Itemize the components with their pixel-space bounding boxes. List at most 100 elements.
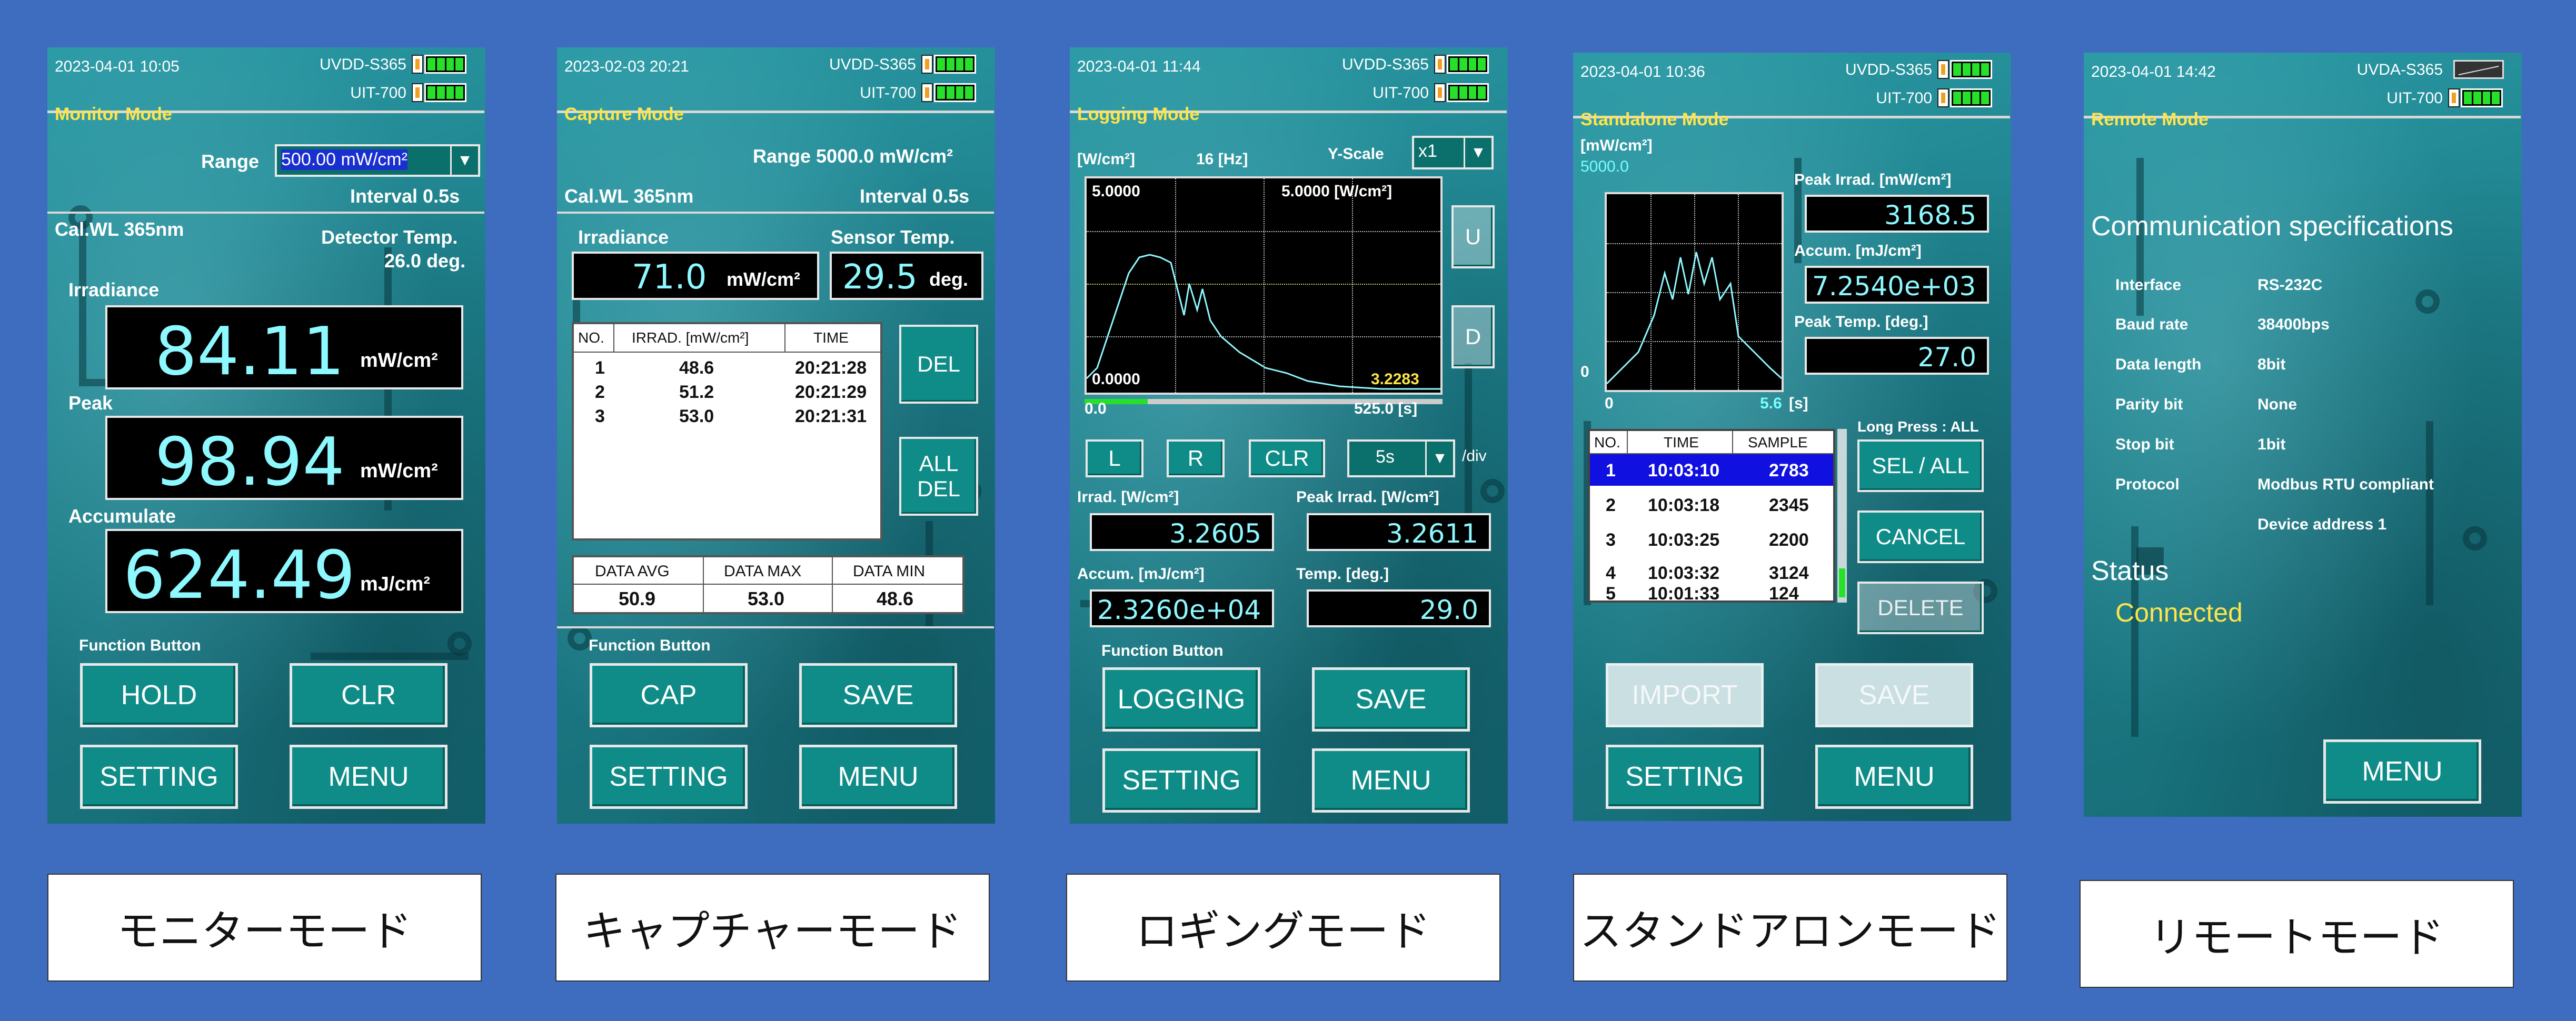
- capture-data-table[interactable]: NO. IRRAD. [mW/cm²] TIME 1 48.6 20:21:28…: [572, 322, 882, 540]
- sensor-temp-display: 29.5 deg.: [830, 252, 983, 300]
- scroll-down-button[interactable]: D: [1451, 305, 1495, 368]
- setting-button[interactable]: SETTING: [80, 745, 238, 809]
- graph-y-max-right: 5.0000 [W/cm²]: [1281, 183, 1393, 200]
- stats-min-value: 48.6: [877, 588, 914, 609]
- datetime: 2023-04-01 10:36: [1580, 63, 1705, 81]
- menu-button[interactable]: MENU: [290, 745, 447, 809]
- logging-button[interactable]: LOGGING: [1102, 667, 1260, 732]
- caption-monitor: モニターモード: [47, 874, 482, 982]
- select-all-button[interactable]: SEL / ALL: [1857, 439, 1984, 492]
- spec-value: 1bit: [2257, 436, 2286, 453]
- cancel-button[interactable]: CANCEL: [1857, 510, 1984, 563]
- stats-header-avg: DATA AVG: [595, 563, 670, 580]
- plug-icon: [1937, 88, 1949, 107]
- irrad-label: Irrad. [W/cm²]: [1077, 488, 1179, 506]
- row-no: 2: [595, 382, 605, 402]
- saved-data-table[interactable]: NO. TIME SAMPLE 1 10:03:10 2783 2 10:03:…: [1588, 429, 1835, 605]
- menu-button[interactable]: MENU: [1815, 745, 1973, 809]
- row-time: 20:21:28: [795, 358, 867, 378]
- table-row[interactable]: 2 10:03:18 2345: [1590, 489, 1833, 520]
- logging-screen: 2023-04-01 11:44 UVDD-S365 UIT-700 Loggi…: [1070, 47, 1508, 824]
- communication-title: Communication specifications: [2091, 211, 2453, 242]
- save-button[interactable]: SAVE: [799, 663, 957, 727]
- row-sample: 2345: [1769, 495, 1809, 515]
- device-id-sensor: UVDD-S365: [829, 56, 916, 73]
- table-row[interactable]: 3 53.0 20:21:31: [574, 404, 880, 428]
- scroll-up-button[interactable]: U: [1451, 205, 1495, 268]
- peak-temp-value: 27.0: [1917, 342, 1976, 373]
- table-row[interactable]: 3 10:03:25 2200: [1590, 526, 1833, 557]
- setting-button[interactable]: SETTING: [1102, 748, 1260, 813]
- row-no: 1: [1606, 461, 1616, 481]
- mode-title: Monitor Mode: [55, 104, 172, 124]
- peak-irrad-display: 3.2611: [1307, 513, 1491, 551]
- mode-title: Logging Mode: [1077, 104, 1200, 124]
- x-axis-start: 0: [1605, 395, 1614, 412]
- setting-button[interactable]: SETTING: [1606, 745, 1764, 809]
- menu-button[interactable]: MENU: [1312, 748, 1470, 813]
- peak-irrad-display: 3168.5: [1805, 195, 1989, 233]
- irrad-value: 3.2605: [1169, 518, 1261, 549]
- peak-label: Peak: [68, 392, 113, 414]
- range-select[interactable]: 500.00 mW/cm² ▼: [275, 144, 480, 177]
- row-time: 10:03:25: [1648, 530, 1720, 550]
- caption-standalone: スタンドアロンモード: [1573, 874, 2007, 982]
- table-row[interactable]: 5 10:01:33 124: [1590, 584, 1833, 605]
- plug-icon: [412, 83, 423, 102]
- table-row[interactable]: 2 51.2 20:21:29: [574, 380, 880, 404]
- save-button[interactable]: SAVE: [1815, 663, 1973, 727]
- mode-title: Remote Mode: [2091, 109, 2209, 129]
- device-id-meter: UIT-700: [1876, 89, 1932, 107]
- y-scale-select[interactable]: x1 ▼: [1412, 136, 1494, 169]
- menu-button[interactable]: MENU: [799, 745, 957, 809]
- right-button[interactable]: R: [1167, 439, 1225, 477]
- peak-temp-display: 27.0: [1805, 337, 1989, 375]
- row-irrad: 51.2: [679, 382, 714, 402]
- stats-header-min: DATA MIN: [853, 563, 926, 580]
- device-id-sensor: UVDD-S365: [1341, 56, 1429, 73]
- time-div-select[interactable]: 5s ▼: [1347, 439, 1455, 477]
- graph-current-value: 3.2283: [1371, 371, 1419, 388]
- accumulate-display: 624.49 mJ/cm²: [105, 529, 463, 614]
- battery-icon: [2448, 88, 2506, 107]
- table-scroll-thumb[interactable]: [1839, 568, 1845, 597]
- mode-title: Capture Mode: [564, 104, 684, 124]
- row-time: 10:03:10: [1648, 461, 1720, 481]
- battery-icon: [2448, 60, 2506, 79]
- spec-value: RS-232C: [2257, 276, 2323, 294]
- battery-icon: [412, 55, 470, 74]
- caption-remote: リモートモード: [2080, 880, 2514, 988]
- plug-icon: [1434, 55, 1446, 74]
- detector-temp-value: 26.0 deg.: [384, 250, 466, 272]
- datetime: 2023-02-03 20:21: [564, 58, 689, 75]
- datetime: 2023-04-01 10:05: [55, 58, 180, 75]
- accum-display: 2.3260e+04: [1090, 589, 1274, 627]
- temp-display: 29.0: [1307, 589, 1491, 627]
- clear-button[interactable]: CLR: [290, 663, 447, 727]
- menu-button[interactable]: MENU: [2323, 739, 2481, 804]
- clear-button[interactable]: CLR: [1249, 439, 1325, 477]
- plug-icon: [921, 83, 933, 102]
- peak-unit: mW/cm²: [360, 460, 438, 482]
- delete-button[interactable]: DELETE: [1857, 582, 1984, 634]
- setting-button[interactable]: SETTING: [590, 745, 748, 809]
- peak-irrad-value: 3168.5: [1884, 200, 1976, 231]
- device-id-meter: UIT-700: [2386, 89, 2443, 107]
- spec-key: Data length: [2115, 356, 2202, 373]
- delete-button[interactable]: DEL: [899, 325, 978, 404]
- delete-all-button[interactable]: ALL DEL: [899, 437, 978, 516]
- x-axis-unit: [s]: [1789, 395, 1808, 412]
- row-time: 10:01:33: [1648, 584, 1720, 604]
- standalone-screen: 2023-04-01 10:36 UVDD-S365 UIT-700 Stand…: [1573, 53, 2011, 821]
- save-button[interactable]: SAVE: [1312, 667, 1470, 732]
- capture-button[interactable]: CAP: [590, 663, 748, 727]
- plug-icon: [921, 55, 933, 74]
- import-button[interactable]: IMPORT: [1606, 663, 1764, 727]
- table-row-selected[interactable]: 1 10:03:10 2783: [1590, 454, 1833, 486]
- accum-label: Accum. [mJ/cm²]: [1077, 565, 1205, 583]
- hold-button[interactable]: HOLD: [80, 663, 238, 727]
- irradiance-value: 71.0: [632, 258, 707, 297]
- battery-icon: [921, 55, 979, 74]
- table-row[interactable]: 1 48.6 20:21:28: [574, 356, 880, 380]
- left-button[interactable]: L: [1086, 439, 1143, 477]
